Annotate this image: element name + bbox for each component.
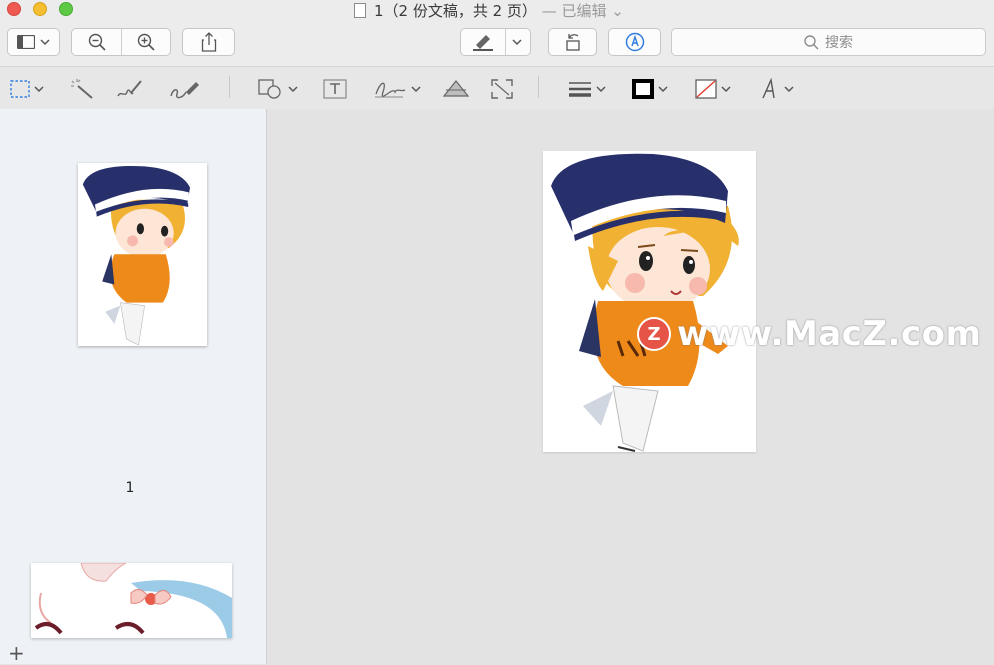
chevron-down-icon [512, 39, 522, 46]
chevron-down-icon [34, 86, 44, 93]
selection-rect-icon [10, 80, 30, 98]
sketch-icon [117, 80, 142, 97]
signature-icon [375, 82, 406, 98]
markup-pen-icon [625, 32, 644, 52]
toolbar-separator [538, 76, 539, 98]
instant-alpha-tool[interactable] [70, 76, 94, 102]
rotate-icon [565, 34, 580, 51]
page-number-label: 1 [125, 480, 135, 496]
shapes-tool[interactable] [258, 76, 298, 102]
instant-alpha-icon [71, 79, 93, 99]
window-title-text: 1（2 份文稿，共 2 页） [374, 2, 537, 20]
text-style-icon [762, 78, 775, 99]
border-color-tool[interactable] [632, 76, 668, 102]
draw-tool[interactable] [168, 76, 200, 102]
zoom-in-button[interactable] [121, 29, 170, 55]
toolbar-separator [229, 76, 230, 98]
add-page-button[interactable]: + [8, 643, 25, 663]
segment-divider [505, 29, 506, 55]
close-button[interactable] [7, 2, 21, 16]
chibi-boy-thumbnail-image [82, 166, 191, 346]
sidebar-view-button[interactable] [7, 28, 60, 56]
document-page[interactable] [543, 151, 756, 452]
adjust-size-tool[interactable] [490, 76, 514, 102]
search-icon [804, 34, 819, 50]
text-box-icon [323, 79, 347, 99]
edited-state[interactable]: — 已编辑 [542, 2, 607, 20]
page-thumbnail[interactable] [78, 163, 207, 346]
shapes-icon [258, 79, 281, 99]
zoom-in-icon [137, 33, 155, 51]
search-placeholder: 搜索 [825, 35, 853, 51]
sidebar-toggle-icon [17, 35, 35, 49]
share-icon [201, 32, 216, 52]
document-icon [354, 3, 366, 18]
chevron-down-icon [411, 86, 421, 93]
zoom-out-icon [88, 33, 106, 51]
watermark: Z www.MacZ.com [637, 313, 981, 355]
adjust-size-icon [491, 79, 513, 99]
watermark-badge: Z [637, 317, 671, 351]
share-button[interactable] [182, 28, 235, 56]
page-thumbnail[interactable] [31, 563, 232, 638]
draw-icon [170, 82, 199, 99]
adjust-color-icon [442, 80, 470, 97]
text-style-tool[interactable] [760, 76, 794, 102]
chevron-down-icon[interactable]: ⌄ [611, 2, 624, 20]
highlight-control [460, 28, 531, 56]
rotate-button[interactable] [548, 28, 597, 56]
zoom-button[interactable] [59, 2, 73, 16]
chevron-down-icon [658, 86, 668, 93]
segment-divider [121, 29, 122, 55]
chevron-down-icon [721, 86, 731, 93]
minimize-button[interactable] [33, 2, 47, 16]
zoom-segmented-control [71, 28, 171, 56]
chibi-boy-image [551, 153, 739, 452]
highlighter-icon [472, 35, 493, 51]
line-style-icon [569, 82, 591, 97]
chevron-down-icon [596, 86, 606, 93]
highlight-button[interactable] [461, 29, 504, 55]
markup-toggle-button[interactable] [608, 28, 661, 56]
chevron-down-icon [784, 86, 794, 93]
fill-color-icon [695, 79, 717, 99]
chevron-down-icon [40, 39, 50, 46]
selection-tool[interactable] [10, 76, 44, 102]
window-title: 1（2 份文稿，共 2 页） — 已编辑 ⌄ [354, 0, 624, 22]
border-color-icon [632, 79, 654, 99]
text-tool[interactable] [323, 76, 347, 102]
title-bar: 1（2 份文稿，共 2 页） — 已编辑 ⌄ [0, 0, 994, 22]
watermark-text: www.MacZ.com [677, 314, 982, 354]
line-style-tool[interactable] [568, 76, 606, 102]
search-field[interactable]: 搜索 [671, 28, 986, 56]
highlight-options-button[interactable] [504, 29, 530, 55]
bunny-thumbnail-image [31, 563, 232, 638]
chevron-down-icon [288, 86, 298, 93]
sketch-tool[interactable] [115, 76, 143, 102]
adjust-color-tool[interactable] [442, 76, 470, 102]
signature-tool[interactable] [373, 76, 421, 102]
fill-color-tool[interactable] [695, 76, 731, 102]
zoom-out-button[interactable] [72, 29, 121, 55]
